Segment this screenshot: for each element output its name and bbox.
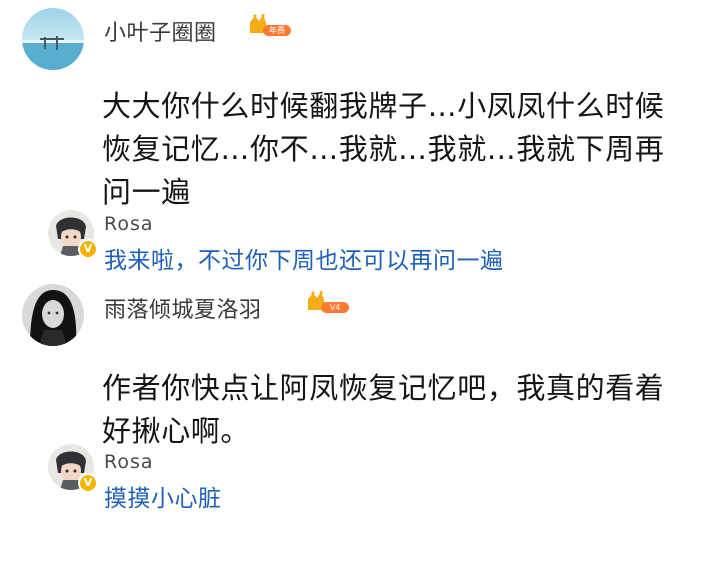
- reply-author[interactable]: Rosa: [104, 213, 154, 235]
- crown-icon: 年费: [248, 13, 292, 38]
- user-avatar[interactable]: [22, 8, 84, 70]
- comment-username[interactable]: 雨落倾城夏洛羽: [104, 292, 262, 324]
- badge-label: V4: [330, 303, 341, 312]
- reply-author[interactable]: Rosa: [104, 451, 154, 473]
- comment-username[interactable]: 小叶子圈圈: [104, 15, 217, 47]
- comment-text: 大大你什么时候翻我牌子…小凤凤什么时候恢复记忆…你不…我就…我就…我就下周再问一…: [102, 89, 665, 209]
- comment-item: 小叶子圈圈 年费 大大你什么时候翻我牌子…小凤凤什么时候恢复记忆…你不…我就…我…: [0, 0, 720, 282]
- verified-icon: V: [78, 239, 98, 259]
- reply-text: 我来啦，不过你下周也还可以再问一遍: [104, 248, 504, 274]
- comment-item: 雨落倾城夏洛羽 V4 作者你快点让阿凤恢复记忆吧，我真的看着好揪心啊。 V Ro…: [0, 282, 720, 563]
- crown-icon: V4: [306, 290, 350, 315]
- reply-text: 摸摸小心脏: [104, 486, 222, 512]
- comment-text: 作者你快点让阿凤恢复记忆吧，我真的看着好揪心啊。: [102, 371, 665, 448]
- verified-icon: V: [78, 473, 98, 493]
- user-avatar[interactable]: [22, 284, 84, 346]
- badge-label: 年费: [269, 25, 285, 35]
